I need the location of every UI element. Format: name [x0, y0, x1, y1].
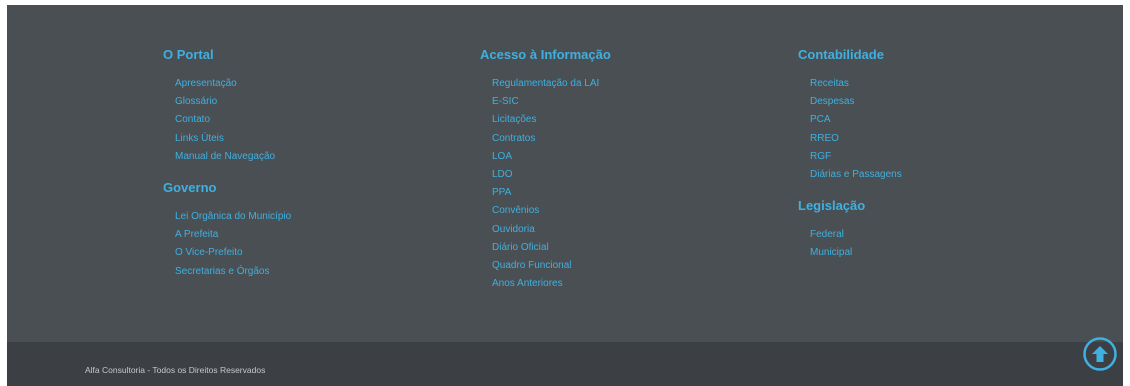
section-title: Governo — [163, 179, 217, 195]
arrow-up-circle-icon — [1083, 337, 1117, 371]
footer-link-municipal[interactable]: Municipal — [810, 244, 902, 262]
footer-section-governo: Governo Lei Orgânica do Município A Pref… — [163, 180, 291, 281]
footer-link-glossario[interactable]: Glossário — [175, 93, 291, 111]
footer-link-rgf[interactable]: RGF — [810, 148, 902, 166]
footer-link-quadro-funcional[interactable]: Quadro Funcional — [492, 257, 611, 275]
footer-link-ppa[interactable]: PPA — [492, 184, 611, 202]
copyright-text: Alfa Consultoria - Todos os Direitos Res… — [85, 365, 266, 375]
footer-link-lei-organica[interactable]: Lei Orgânica do Município — [175, 208, 291, 226]
section-title: Legislação — [798, 198, 866, 214]
section-title: Acesso à Informação — [480, 47, 611, 62]
footer-link-e-sic[interactable]: E-SIC — [492, 93, 611, 111]
footer-link-contratos[interactable]: Contratos — [492, 130, 611, 148]
footer-link-convenios[interactable]: Convênios — [492, 202, 611, 220]
footer-link-ldo[interactable]: LDO — [492, 166, 611, 184]
footer-link-contato[interactable]: Contato — [175, 111, 291, 129]
footer-bottom-bar: Alfa Consultoria - Todos os Direitos Res… — [7, 337, 1123, 386]
footer-link-manual-de-navegacao[interactable]: Manual de Navegação — [175, 148, 291, 166]
footer-column-contabilidade-legislacao: Contabilidade Receitas Despesas PCA RREO… — [798, 47, 902, 263]
footer-link-diario-oficial[interactable]: Diário Oficial — [492, 239, 611, 257]
footer-column-acesso-informacao: Acesso à Informação Regulamentação da LA… — [480, 47, 611, 293]
footer-section-acesso-a-informacao: Acesso à Informação Regulamentação da LA… — [480, 47, 611, 293]
footer-link-loa[interactable]: LOA — [492, 148, 611, 166]
section-title: O Portal — [163, 47, 214, 62]
footer-link-o-vice-prefeito[interactable]: O Vice-Prefeito — [175, 244, 291, 262]
footer-link-secretarias-e-orgaos[interactable]: Secretarias e Órgãos — [175, 263, 291, 281]
link-list: Apresentação Glossário Contato Links Úte… — [163, 75, 291, 166]
link-list: Lei Orgânica do Município A Prefeita O V… — [163, 208, 291, 281]
footer-link-receitas[interactable]: Receitas — [810, 75, 902, 93]
footer-link-a-prefeita[interactable]: A Prefeita — [175, 226, 291, 244]
site-footer: O Portal Apresentação Glossário Contato … — [7, 5, 1123, 386]
footer-link-licitacoes[interactable]: Licitações — [492, 111, 611, 129]
link-list: Regulamentação da LAI E-SIC Licitações C… — [480, 75, 611, 293]
footer-link-apresentacao[interactable]: Apresentação — [175, 75, 291, 93]
footer-link-anos-anteriores[interactable]: Anos Anteriores — [492, 275, 611, 293]
footer-link-regulamentacao-lai[interactable]: Regulamentação da LAI — [492, 75, 611, 93]
footer-section-contabilidade: Contabilidade Receitas Despesas PCA RREO… — [798, 47, 902, 184]
link-list: Receitas Despesas PCA RREO RGF Diárias e… — [798, 75, 902, 184]
footer-link-rreo[interactable]: RREO — [810, 130, 902, 148]
footer-link-links-uteis[interactable]: Links Úteis — [175, 130, 291, 148]
footer-link-pca[interactable]: PCA — [810, 111, 902, 129]
section-title: Contabilidade — [798, 47, 884, 62]
link-list: Federal Municipal — [798, 226, 902, 262]
footer-section-o-portal: O Portal Apresentação Glossário Contato … — [163, 47, 291, 166]
footer-link-despesas[interactable]: Despesas — [810, 93, 902, 111]
footer-column-portal-governo: O Portal Apresentação Glossário Contato … — [163, 47, 291, 281]
footer-link-ouvidoria[interactable]: Ouvidoria — [492, 221, 611, 239]
footer-link-federal[interactable]: Federal — [810, 226, 902, 244]
back-to-top-button[interactable] — [1083, 337, 1117, 371]
footer-section-legislacao: Legislação Federal Municipal — [798, 198, 902, 262]
footer-link-diarias-e-passagens[interactable]: Diárias e Passagens — [810, 166, 902, 184]
